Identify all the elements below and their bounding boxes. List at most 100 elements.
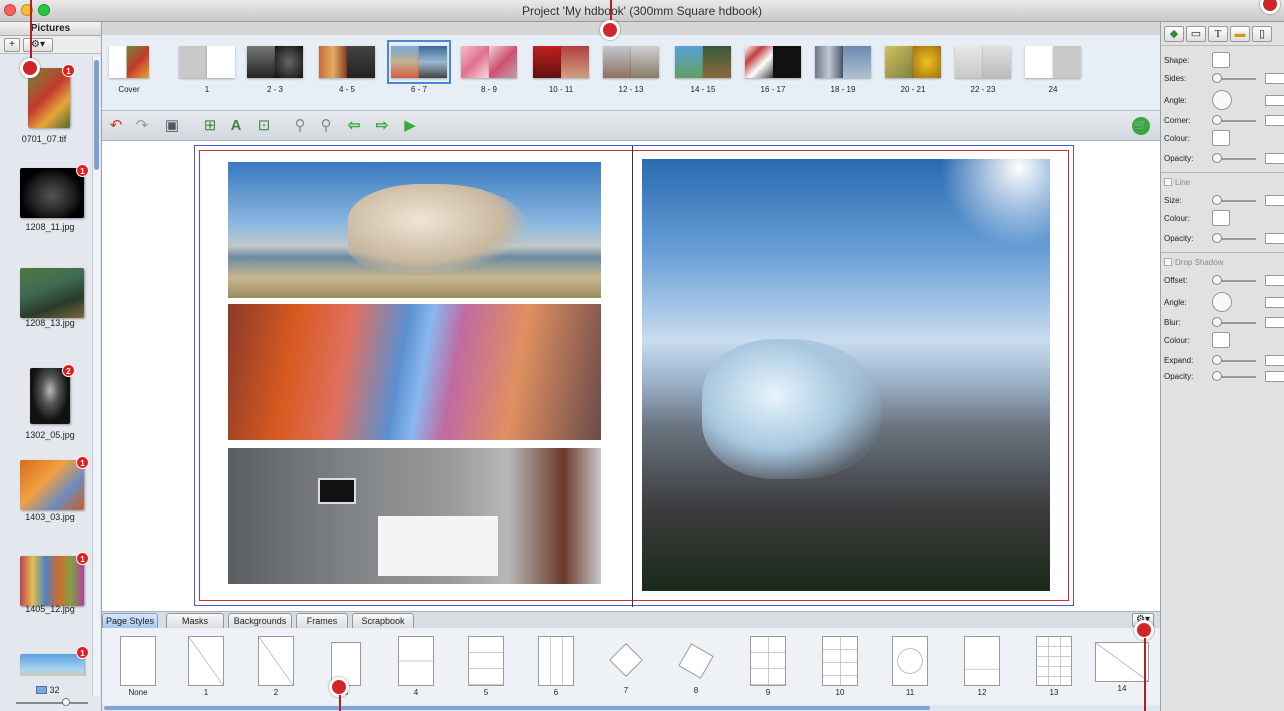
- drop-shadow-checkbox[interactable]: Drop Shadow: [1164, 258, 1223, 267]
- redo-icon[interactable]: ↷: [132, 117, 152, 135]
- tab-page-styles[interactable]: Page Styles: [102, 613, 158, 628]
- slider-knob[interactable]: [62, 698, 70, 706]
- colour-swatch[interactable]: [1212, 210, 1230, 226]
- slider-knob[interactable]: [1212, 153, 1222, 163]
- plus-icon[interactable]: +: [4, 38, 20, 52]
- tab-frames[interactable]: Frames: [296, 613, 348, 628]
- tab-backgrounds[interactable]: Backgrounds: [228, 613, 292, 628]
- undo-icon[interactable]: ↶: [106, 117, 126, 135]
- photo-ice-wave[interactable]: [642, 159, 1052, 591]
- page-style-item[interactable]: 9: [742, 636, 794, 697]
- page-style-item[interactable]: 2: [250, 636, 302, 697]
- picture-thumbnail[interactable]: [20, 556, 84, 606]
- spread-thumb[interactable]: 22 - 23: [954, 43, 1012, 101]
- pictures-list[interactable]: 1 0701_07.tif 1 1208_11.jpg 1208_13.jpg …: [0, 56, 92, 676]
- next-page-icon[interactable]: ⇨: [372, 117, 392, 135]
- page-style-item[interactable]: 7: [600, 636, 652, 695]
- picture-item[interactable]: 1 1405_12.jpg: [0, 552, 92, 642]
- zoom-out-icon[interactable]: ⚲: [290, 117, 310, 135]
- add-picture-icon[interactable]: ⊞: [200, 117, 220, 135]
- checkbox[interactable]: [1164, 178, 1172, 186]
- page-spread[interactable]: [194, 145, 1074, 607]
- spread-thumb[interactable]: 14 - 15: [674, 43, 732, 101]
- opacity-field[interactable]: [1265, 233, 1284, 244]
- page-style-item[interactable]: 6: [530, 636, 582, 697]
- photo-colorful-building[interactable]: [228, 304, 601, 440]
- page-style-item[interactable]: 12: [956, 636, 1008, 697]
- scrollbar-thumb[interactable]: [104, 706, 930, 710]
- scrollbar-thumb[interactable]: [94, 60, 99, 170]
- expand-field[interactable]: [1265, 355, 1284, 366]
- page-style-item[interactable]: 1: [180, 636, 232, 697]
- shape-picker[interactable]: [1212, 52, 1230, 68]
- play-icon[interactable]: ▶: [400, 117, 420, 135]
- spread-thumb[interactable]: 20 - 21: [884, 43, 942, 101]
- picture-item[interactable]: 1 1208_11.jpg: [0, 152, 92, 242]
- photo-interior-room[interactable]: [228, 448, 601, 584]
- page-style-item[interactable]: 5: [460, 636, 512, 697]
- picture-thumbnail[interactable]: [20, 460, 84, 510]
- tab-scrapbook[interactable]: Scrapbook: [352, 613, 414, 628]
- spread-thumb[interactable]: 4 - 5: [318, 43, 376, 101]
- page-style-item[interactable]: 13: [1028, 636, 1080, 697]
- page-icon[interactable]: ▯: [1252, 26, 1272, 42]
- save-icon[interactable]: ▣: [162, 117, 182, 135]
- spread-thumb[interactable]: 8 - 9: [460, 43, 518, 101]
- spread-thumb[interactable]: 12 - 13: [602, 43, 660, 101]
- cart-icon[interactable]: 🛒: [1132, 117, 1150, 135]
- slider-knob[interactable]: [1212, 371, 1222, 381]
- page-style-item[interactable]: None: [112, 636, 164, 697]
- colour-swatch[interactable]: [1212, 332, 1230, 348]
- page-style-item[interactable]: 11: [884, 636, 936, 697]
- slider-knob[interactable]: [1212, 73, 1222, 83]
- spread-thumb[interactable]: 1: [178, 43, 236, 101]
- colour-swatch[interactable]: [1212, 130, 1230, 146]
- gear-icon[interactable]: ⚙▾: [23, 38, 53, 52]
- thumbnail-size-slider[interactable]: [16, 702, 88, 704]
- slider-knob[interactable]: [1212, 195, 1222, 205]
- page-style-item[interactable]: 14: [1092, 636, 1152, 693]
- picture-thumbnail[interactable]: [20, 654, 84, 676]
- angle-field[interactable]: [1265, 95, 1284, 106]
- page-strip[interactable]: Cover 1 2 - 3 4 - 5 6 - 7 8 - 9 10 - 11 …: [102, 35, 1160, 111]
- spread-thumb[interactable]: Cover: [106, 43, 152, 101]
- slider-knob[interactable]: [1212, 233, 1222, 243]
- slider-knob[interactable]: [1212, 275, 1222, 285]
- ruler-icon[interactable]: ▬: [1230, 26, 1250, 42]
- spread-thumb[interactable]: 24: [1024, 43, 1082, 101]
- shapes-icon[interactable]: ◆: [1164, 26, 1184, 42]
- angle-dial[interactable]: [1212, 90, 1232, 110]
- page-style-item[interactable]: 4: [390, 636, 442, 697]
- picture-item[interactable]: 1 0701_07.tif: [0, 58, 92, 148]
- slider-knob[interactable]: [1212, 355, 1222, 365]
- spread-thumb-selected[interactable]: 6 - 7: [387, 40, 451, 101]
- size-field[interactable]: [1265, 195, 1284, 206]
- picture-thumbnail[interactable]: [20, 268, 84, 318]
- line-checkbox[interactable]: Line: [1164, 178, 1190, 187]
- page-style-item[interactable]: 8: [670, 636, 722, 695]
- picture-thumbnail[interactable]: [20, 168, 84, 218]
- page-styles-gallery[interactable]: None 1 2 3 4 5 6 7 8 9 10 11 12 13 14: [102, 628, 1160, 707]
- spread-thumb[interactable]: 16 - 17: [744, 43, 802, 101]
- frame-icon[interactable]: ▭: [1186, 26, 1206, 42]
- angle-field[interactable]: [1265, 297, 1284, 308]
- previous-page-icon[interactable]: ⇦: [344, 117, 364, 135]
- slider-knob[interactable]: [1212, 115, 1222, 125]
- opacity-field[interactable]: [1265, 371, 1284, 382]
- photo-couple-beach[interactable]: [228, 162, 601, 298]
- checkbox[interactable]: [1164, 258, 1172, 266]
- spread-thumb[interactable]: 10 - 11: [532, 43, 590, 101]
- sides-field[interactable]: [1265, 73, 1284, 84]
- spread-thumb[interactable]: 2 - 3: [246, 43, 304, 101]
- text-tab[interactable]: T: [1208, 26, 1228, 42]
- picture-item[interactable]: 1 1403_03.jpg: [0, 454, 92, 544]
- add-text-icon[interactable]: A: [226, 117, 246, 135]
- page-canvas[interactable]: [102, 141, 1160, 611]
- corner-field[interactable]: [1265, 115, 1284, 126]
- picture-item[interactable]: 1: [0, 646, 92, 676]
- opacity-field[interactable]: [1265, 153, 1284, 164]
- page-style-item[interactable]: 10: [814, 636, 866, 697]
- page-styles-scrollbar[interactable]: [102, 705, 1160, 711]
- blur-field[interactable]: [1265, 317, 1284, 328]
- slider-knob[interactable]: [1212, 317, 1222, 327]
